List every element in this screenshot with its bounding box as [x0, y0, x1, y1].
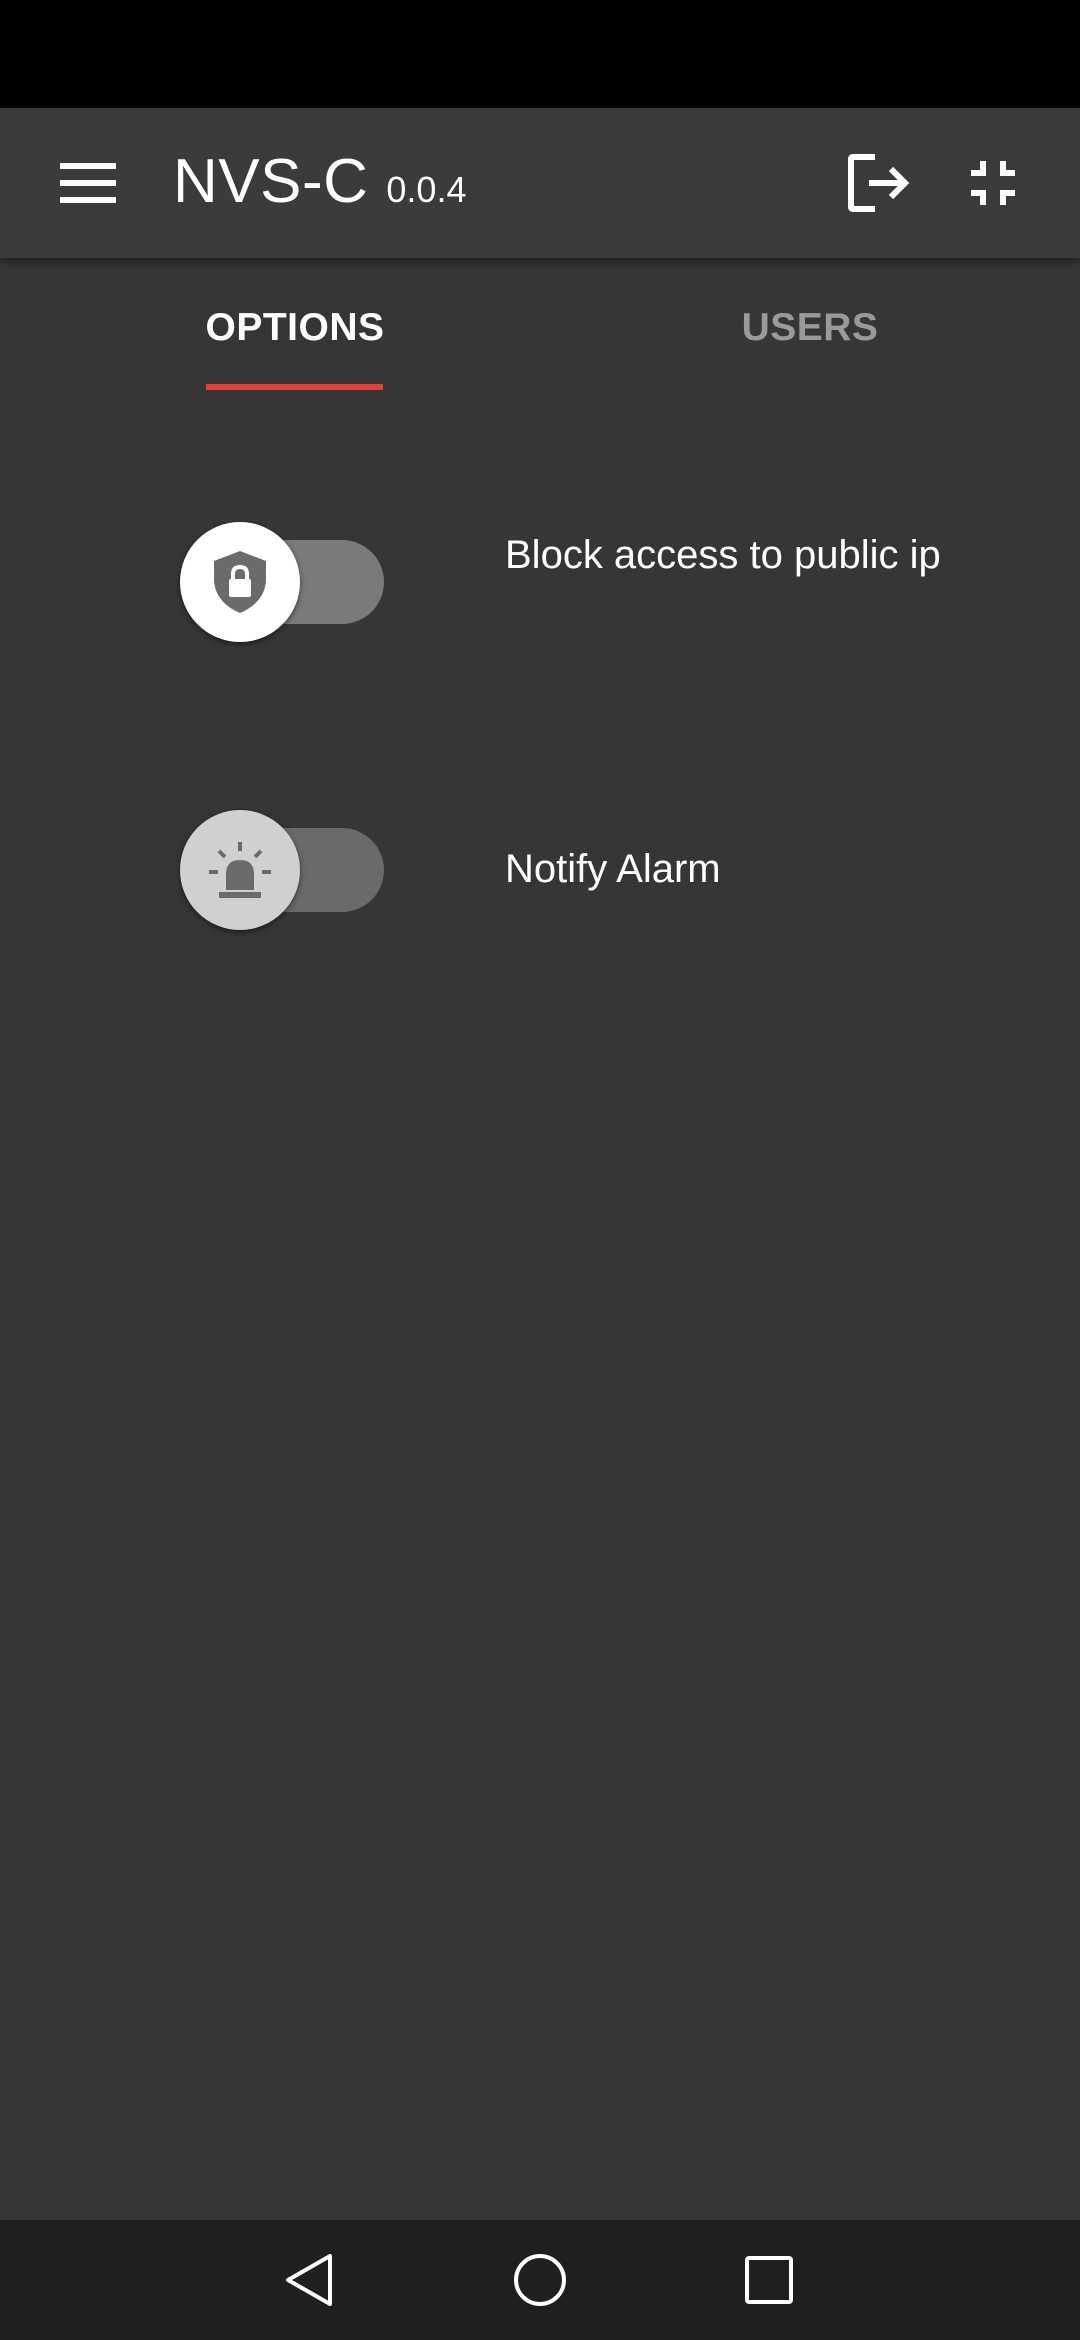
shield-lock-icon — [214, 551, 266, 613]
tab-options[interactable]: OPTIONS — [160, 258, 430, 398]
notify-alarm-toggle[interactable] — [180, 810, 384, 930]
option-row-notify-alarm: Notify Alarm — [0, 810, 1080, 930]
block-public-ip-label: Block access to public ip — [505, 533, 941, 577]
tab-users[interactable]: USERS — [675, 258, 945, 398]
app-title: NVS-C — [173, 147, 369, 216]
switch-thumb — [180, 522, 300, 642]
nav-back-button[interactable] — [267, 2238, 351, 2322]
back-triangle-icon — [286, 2254, 332, 2306]
nav-home-button[interactable] — [498, 2238, 582, 2322]
exit-fullscreen-button[interactable] — [945, 135, 1041, 231]
notify-alarm-label: Notify Alarm — [505, 847, 721, 891]
block-public-ip-toggle[interactable] — [180, 522, 384, 642]
tab-bar: OPTIONS USERS — [0, 258, 1080, 398]
switch-thumb — [180, 810, 300, 930]
option-row-block-public-ip: Block access to public ip — [0, 522, 1080, 642]
app-title-group: NVS-C 0.0.4 — [173, 146, 466, 226]
app-bar: NVS-C 0.0.4 — [0, 108, 1080, 258]
menu-icon — [60, 163, 116, 203]
logout-icon — [848, 154, 910, 212]
app-version: 0.0.4 — [386, 169, 467, 210]
status-bar — [0, 0, 1080, 108]
home-circle-icon — [514, 2254, 566, 2306]
menu-button[interactable] — [40, 135, 136, 231]
nav-recents-button[interactable] — [727, 2238, 811, 2322]
system-nav-bar — [0, 2220, 1080, 2340]
logout-button[interactable] — [831, 135, 927, 231]
alarm-light-icon — [209, 842, 271, 898]
tab-active-indicator — [206, 384, 383, 390]
fullscreen-exit-icon — [971, 161, 1015, 205]
recents-square-icon — [745, 2256, 793, 2304]
